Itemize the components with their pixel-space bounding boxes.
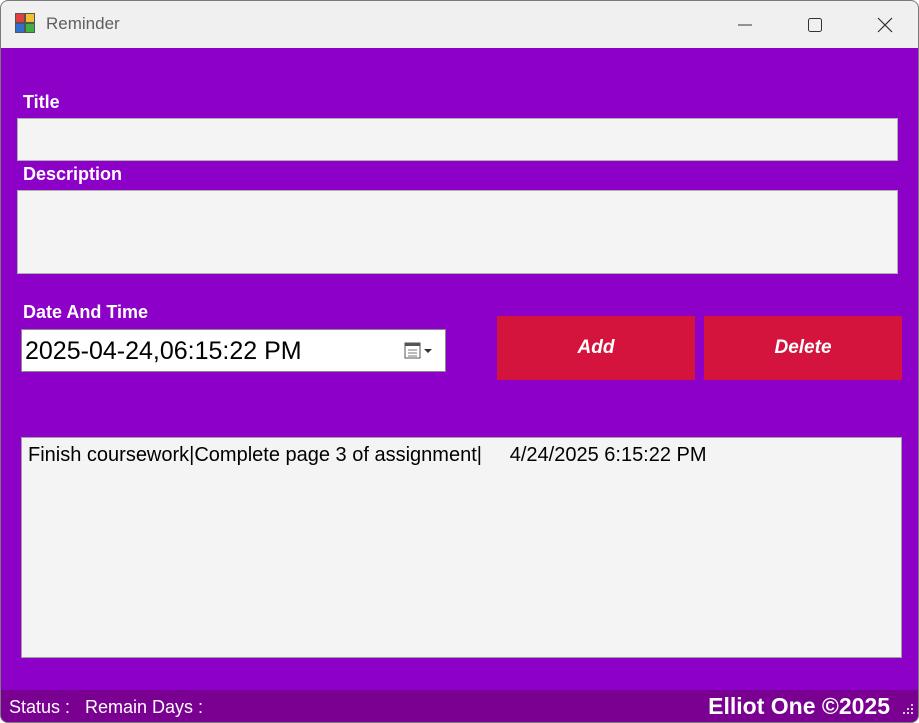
status-label: Status : (9, 697, 71, 717)
maximize-button[interactable] (780, 1, 850, 48)
calendar-dropdown-icon[interactable] (404, 341, 436, 361)
description-label: Description (23, 164, 123, 184)
resize-grip-icon[interactable] (901, 702, 915, 716)
reminder-list[interactable]: Finish coursework|Complete page 3 of ass… (21, 437, 902, 658)
app-icon (15, 13, 35, 33)
add-button[interactable]: Add (497, 316, 695, 380)
minimize-button[interactable] (710, 1, 780, 48)
maximize-icon (808, 17, 822, 32)
description-input[interactable] (17, 190, 898, 274)
close-button[interactable] (850, 1, 918, 48)
window-title: Reminder (46, 14, 120, 33)
copyright-label: Elliot One ©2025 (708, 693, 890, 719)
list-item[interactable]: Finish coursework|Complete page 3 of ass… (28, 444, 707, 467)
delete-button[interactable]: Delete (704, 316, 902, 380)
title-label: Title (23, 92, 60, 112)
minimize-icon (738, 24, 752, 25)
title-input[interactable] (17, 118, 898, 161)
form-body: Title Description Date And Time 2025-04-… (1, 48, 918, 722)
datetime-label: Date And Time (23, 302, 149, 322)
datetime-picker[interactable]: 2025-04-24,06:15:22 PM (21, 329, 446, 372)
remain-days-label: Remain Days : (85, 697, 204, 717)
status-bar: Status : Remain Days : Elliot One ©2025 (1, 690, 918, 722)
title-bar[interactable]: Reminder (1, 1, 918, 48)
datetime-value: 2025-04-24,06:15:22 PM (25, 337, 302, 365)
reminder-window: Reminder Title Description Date And Time… (0, 0, 919, 723)
close-icon (877, 17, 893, 32)
